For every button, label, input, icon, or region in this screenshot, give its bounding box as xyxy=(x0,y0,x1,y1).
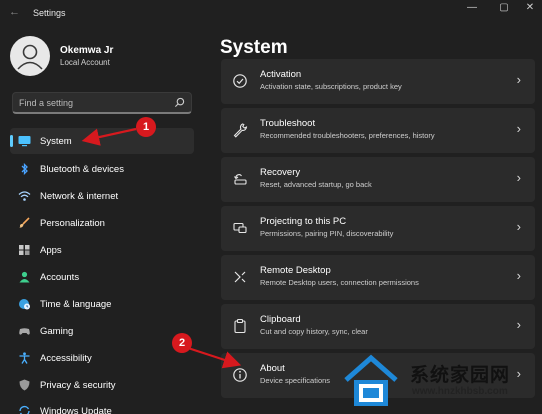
chevron-right-icon: › xyxy=(516,317,521,332)
avatar[interactable] xyxy=(10,36,50,76)
globe-clock-icon xyxy=(19,299,30,310)
shield-icon xyxy=(19,379,30,391)
card-subtitle: Permissions, pairing PIN, discoverabilit… xyxy=(260,229,394,238)
projector-icon xyxy=(233,222,247,234)
title-bar: ← Settings — ▢ ✕ xyxy=(0,0,542,26)
troubleshoot-card[interactable]: Troubleshoot Recommended troubleshooters… xyxy=(221,108,535,153)
sidebar-item-bluetooth[interactable]: Bluetooth & devices xyxy=(10,156,194,182)
sidebar-item-label: Apps xyxy=(40,245,62,256)
sidebar-item-label: Bluetooth & devices xyxy=(40,164,124,175)
projecting-card[interactable]: Projecting to this PC Permissions, pairi… xyxy=(221,206,535,251)
card-subtitle: Cut and copy history, sync, clear xyxy=(260,327,368,336)
account-name: Okemwa Jr xyxy=(60,45,114,56)
card-subtitle: Reset, advanced startup, go back xyxy=(260,180,372,189)
apps-icon xyxy=(19,245,30,255)
minimize-button[interactable]: — xyxy=(460,2,484,14)
sidebar-item-gaming[interactable]: Gaming xyxy=(10,318,194,344)
card-title: Clipboard xyxy=(260,314,301,325)
accessibility-icon xyxy=(19,352,30,364)
back-arrow-icon[interactable]: ← xyxy=(9,6,20,18)
clipboard-icon xyxy=(234,318,246,334)
monitor-icon xyxy=(18,136,31,147)
update-icon xyxy=(19,405,30,414)
card-title: Troubleshoot xyxy=(260,118,316,129)
sidebar-item-accessibility[interactable]: Accessibility xyxy=(10,345,194,371)
sidebar-item-label: Accessibility xyxy=(40,353,92,364)
activation-card[interactable]: Activation Activation state, subscriptio… xyxy=(221,59,535,104)
house-logo-icon xyxy=(344,354,398,406)
card-title: About xyxy=(260,363,285,374)
chevron-right-icon: › xyxy=(516,268,521,283)
chevron-right-icon: › xyxy=(516,170,521,185)
sidebar-item-label: Accounts xyxy=(40,272,80,283)
sidebar-item-label: System xyxy=(40,136,72,147)
sidebar-item-label: Windows Update xyxy=(40,406,112,414)
watermark-text: 系统家园网 xyxy=(410,365,511,386)
sidebar-item-label: Personalization xyxy=(40,218,105,229)
chevron-right-icon: › xyxy=(516,72,521,87)
search-placeholder: Find a setting xyxy=(19,98,74,108)
search-input[interactable]: Find a setting xyxy=(12,92,192,114)
sidebar-item-privacy-security[interactable]: Privacy & security xyxy=(10,372,194,398)
card-title: Projecting to this PC xyxy=(260,216,347,227)
card-title: Recovery xyxy=(260,167,301,178)
wifi-icon xyxy=(18,191,31,201)
check-circle-icon xyxy=(233,74,247,88)
card-title: Activation xyxy=(260,69,302,80)
chevron-right-icon: › xyxy=(516,219,521,234)
sidebar-item-time-language[interactable]: Time & language xyxy=(10,291,194,317)
maximize-button[interactable]: ▢ xyxy=(492,2,516,14)
gamepad-icon xyxy=(19,328,30,335)
card-subtitle: Device specifications xyxy=(260,376,331,385)
close-button[interactable]: ✕ xyxy=(518,2,542,14)
selection-indicator xyxy=(10,135,13,147)
person-icon xyxy=(17,44,43,70)
sidebar-item-accounts[interactable]: Accounts xyxy=(10,264,194,290)
sidebar-item-label: Time & language xyxy=(40,299,112,310)
sidebar-item-label: Privacy & security xyxy=(40,380,116,391)
card-title: Remote Desktop xyxy=(260,265,331,276)
wrench-icon xyxy=(233,123,248,138)
watermark-url: www.hnzkhbsb.com xyxy=(412,386,508,397)
account-type: Local Account xyxy=(60,58,110,67)
clipboard-card[interactable]: Clipboard Cut and copy history, sync, cl… xyxy=(221,304,535,349)
bluetooth-icon xyxy=(21,163,28,175)
callout-badge-2: 2 xyxy=(172,333,192,353)
sidebar-item-label: Gaming xyxy=(40,326,74,337)
callout-badge-1: 1 xyxy=(136,117,156,137)
chevron-right-icon: › xyxy=(516,121,521,136)
sidebar-item-network[interactable]: Network & internet xyxy=(10,183,194,209)
card-subtitle: Recommended troubleshooters, preferences… xyxy=(260,131,435,140)
search-icon xyxy=(174,97,185,108)
remote-desktop-icon xyxy=(234,271,246,283)
sidebar-item-personalization[interactable]: Personalization xyxy=(10,210,194,236)
sidebar-item-windows-update[interactable]: Windows Update xyxy=(10,398,194,414)
card-subtitle: Remote Desktop users, connection permiss… xyxy=(260,278,419,287)
card-subtitle: Activation state, subscriptions, product… xyxy=(260,82,402,91)
remote-desktop-card[interactable]: Remote Desktop Remote Desktop users, con… xyxy=(221,255,535,300)
sidebar-item-system[interactable]: System xyxy=(10,128,194,154)
sidebar-item-apps[interactable]: Apps xyxy=(10,237,194,263)
recovery-card[interactable]: Recovery Reset, advanced startup, go bac… xyxy=(221,157,535,202)
page-title: System xyxy=(220,37,288,58)
window-title: Settings xyxy=(33,8,66,18)
info-icon xyxy=(233,368,247,382)
watermark: 系统家园网 www.hnzkhbsb.com xyxy=(330,346,542,414)
sidebar-item-label: Network & internet xyxy=(40,191,119,202)
person-icon xyxy=(19,271,30,283)
recovery-icon xyxy=(234,174,247,185)
brush-icon xyxy=(19,217,30,228)
